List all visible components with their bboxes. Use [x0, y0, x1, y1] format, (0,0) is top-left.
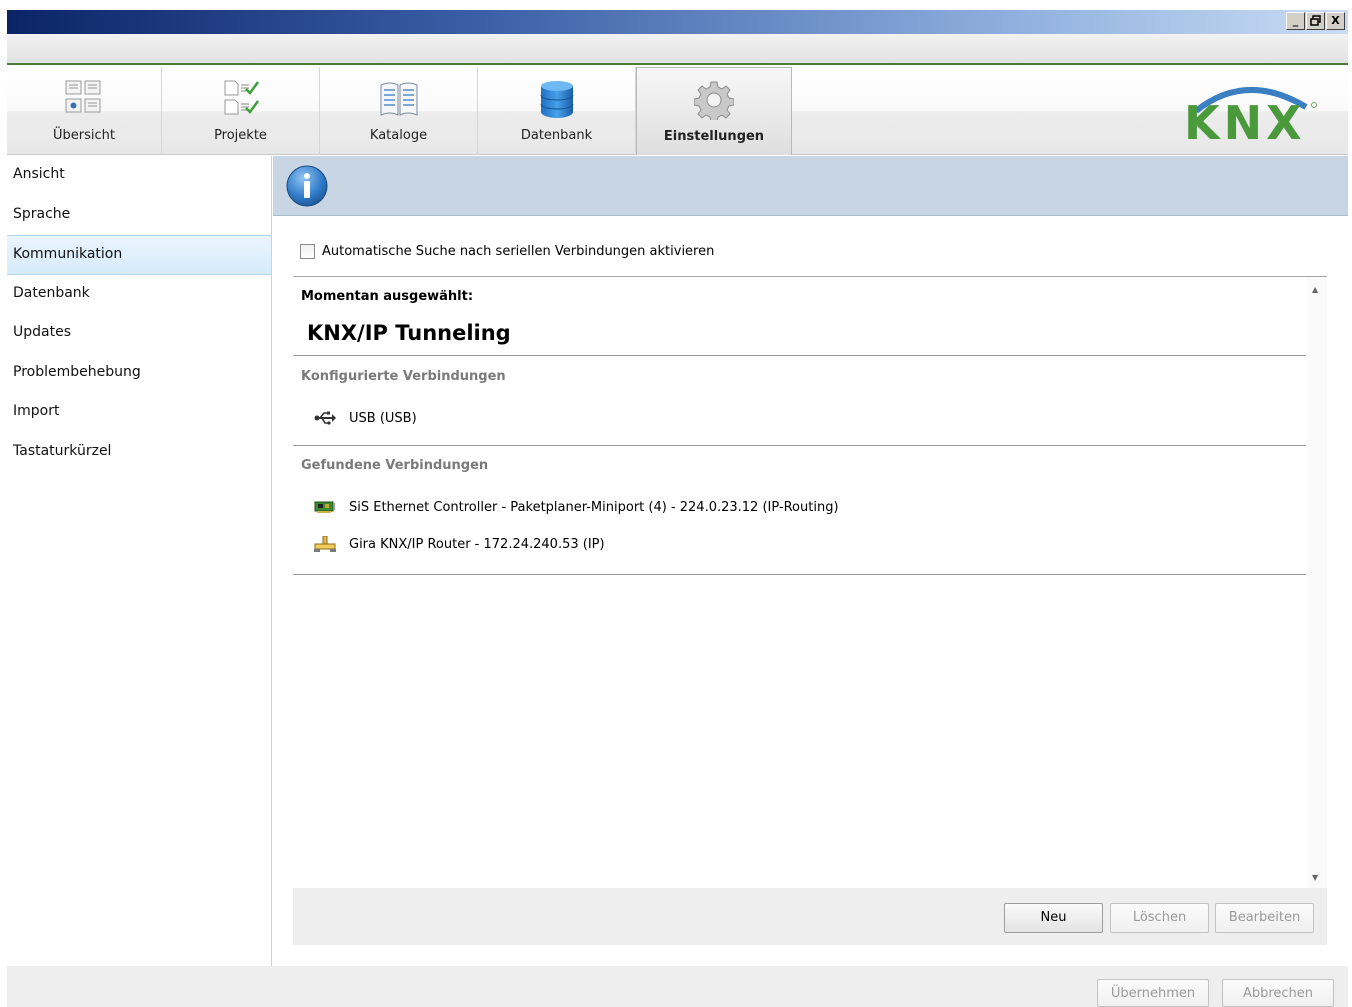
- tab-projects[interactable]: Projekte: [162, 67, 320, 155]
- projects-icon: [224, 80, 259, 115]
- tab-label: Einstellungen: [663, 129, 765, 144]
- dialog-footer: Übernehmen Abbrechen: [7, 966, 1348, 1007]
- tab-catalogs[interactable]: Kataloge: [320, 67, 478, 155]
- sidebar-item-tastaturkuerzel[interactable]: Tastaturkürzel: [7, 433, 271, 473]
- sidebar-item-datenbank[interactable]: Datenbank: [7, 275, 271, 315]
- info-icon: [286, 165, 328, 207]
- tab-label: Projekte: [214, 128, 267, 143]
- configured-connections-title: Konfigurierte Verbindungen: [301, 369, 506, 384]
- menu-bar: [7, 34, 1348, 65]
- connection-item-sis-ethernet[interactable]: SiS Ethernet Controller - Paketplaner-Mi…: [313, 498, 839, 516]
- gear-icon: [694, 81, 734, 120]
- database-icon: [540, 81, 573, 118]
- new-button[interactable]: Neu: [1004, 903, 1103, 933]
- tab-label: Datenbank: [520, 128, 593, 143]
- restore-icon: [1309, 15, 1321, 26]
- divider: [293, 574, 1306, 575]
- restore-button[interactable]: [1306, 12, 1325, 30]
- tab-overview[interactable]: Übersicht: [7, 67, 162, 155]
- connection-label: Gira KNX/IP Router - 172.24.240.53 (IP): [349, 536, 605, 552]
- connection-label: SiS Ethernet Controller - Paketplaner-Mi…: [349, 499, 839, 515]
- scroll-down-arrow-icon[interactable]: ▼: [1312, 873, 1318, 882]
- divider: [293, 355, 1306, 356]
- sidebar-item-import[interactable]: Import: [7, 393, 271, 433]
- network-router-icon: [313, 535, 337, 553]
- connection-item-usb[interactable]: USB (USB): [313, 409, 417, 427]
- tab-settings[interactable]: Einstellungen: [636, 67, 792, 155]
- auto-search-label: Automatische Suche nach seriellen Verbin…: [322, 244, 715, 259]
- network-card-icon: [313, 498, 337, 516]
- tab-label: Kataloge: [369, 128, 428, 143]
- divider: [293, 445, 1306, 446]
- usb-icon: [313, 409, 337, 427]
- knx-logo: KNX: [1176, 77, 1326, 150]
- window-title-bar[interactable]: _ X: [7, 10, 1348, 34]
- sidebar-item-sprache[interactable]: Sprache: [7, 196, 271, 236]
- close-button[interactable]: X: [1326, 12, 1345, 30]
- apply-button[interactable]: Übernehmen: [1097, 979, 1209, 1007]
- sidebar-item-problembehebung[interactable]: Problembehebung: [7, 354, 271, 394]
- found-connections-title: Gefundene Verbindungen: [301, 458, 489, 473]
- info-banner: [273, 156, 1348, 216]
- current-selection-value: KNX/IP Tunneling: [307, 321, 511, 345]
- main-tab-bar: Übersicht Projekte Kataloge Datenbank Ei…: [7, 67, 1348, 155]
- edit-button[interactable]: Bearbeiten: [1215, 903, 1314, 933]
- tab-label: Übersicht: [53, 128, 115, 143]
- overview-icon: [65, 80, 101, 113]
- cancel-button[interactable]: Abbrechen: [1222, 979, 1334, 1007]
- auto-search-checkbox[interactable]: [300, 244, 315, 259]
- minimize-button[interactable]: _: [1286, 12, 1305, 30]
- window-controls: _ X: [1286, 12, 1345, 30]
- connection-label: USB (USB): [349, 410, 417, 426]
- delete-button[interactable]: Löschen: [1110, 903, 1209, 933]
- current-selection-label: Momentan ausgewählt:: [301, 289, 474, 304]
- sidebar-item-kommunikation[interactable]: Kommunikation: [7, 235, 271, 275]
- knx-logo-mark: KNX: [1184, 87, 1317, 150]
- sidebar-item-updates[interactable]: Updates: [7, 314, 271, 354]
- sidebar-item-ansicht[interactable]: Ansicht: [7, 156, 271, 196]
- settings-sidebar: Ansicht Sprache Kommunikation Datenbank …: [7, 156, 272, 966]
- catalog-book-icon: [380, 82, 417, 116]
- svg-text:KNX: KNX: [1184, 96, 1306, 147]
- scroll-up-arrow-icon[interactable]: ▲: [1312, 285, 1318, 294]
- auto-search-option[interactable]: Automatische Suche nach seriellen Verbin…: [300, 244, 714, 259]
- connections-panel: Momentan ausgewählt: KNX/IP Tunneling Ko…: [293, 276, 1327, 888]
- connection-actions-bar: Neu Löschen Bearbeiten: [293, 888, 1327, 945]
- connection-item-gira-router[interactable]: Gira KNX/IP Router - 172.24.240.53 (IP): [313, 535, 605, 553]
- tab-database[interactable]: Datenbank: [478, 67, 636, 155]
- panel-scrollbar[interactable]: ▲ ▼: [1307, 277, 1327, 888]
